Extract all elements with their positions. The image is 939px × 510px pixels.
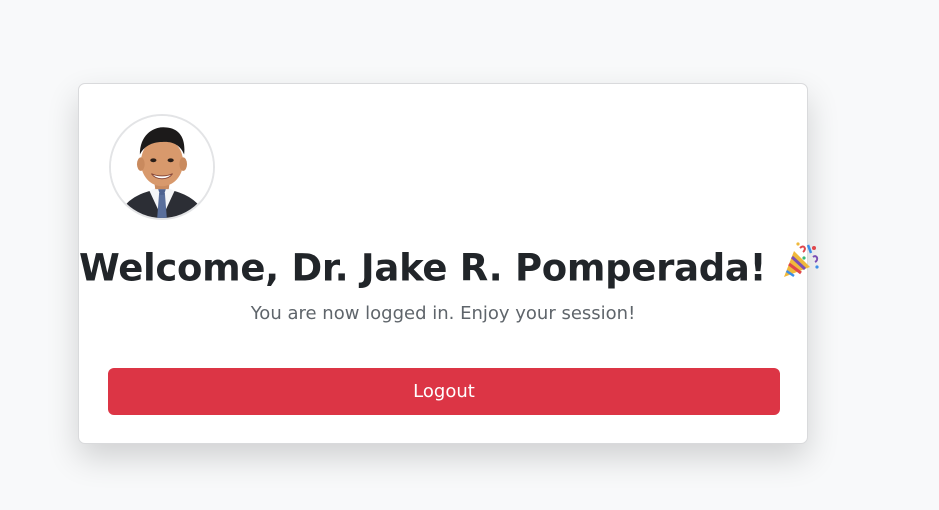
logout-button[interactable]: Logout bbox=[108, 368, 780, 415]
party-popper-icon bbox=[780, 240, 820, 292]
avatar-photo bbox=[111, 116, 213, 218]
page: Welcome, Dr. Jake R. Pomperada! You are … bbox=[0, 0, 939, 510]
avatar bbox=[109, 114, 215, 220]
welcome-card: Welcome, Dr. Jake R. Pomperada! You are … bbox=[78, 83, 819, 444]
login-status-message: You are now logged in. Enjoy your sessio… bbox=[250, 303, 636, 324]
welcome-title-text: Welcome, Dr. Jake R. Pomperada! bbox=[79, 246, 767, 290]
welcome-heading: Welcome, Dr. Jake R. Pomperada! bbox=[79, 242, 819, 296]
